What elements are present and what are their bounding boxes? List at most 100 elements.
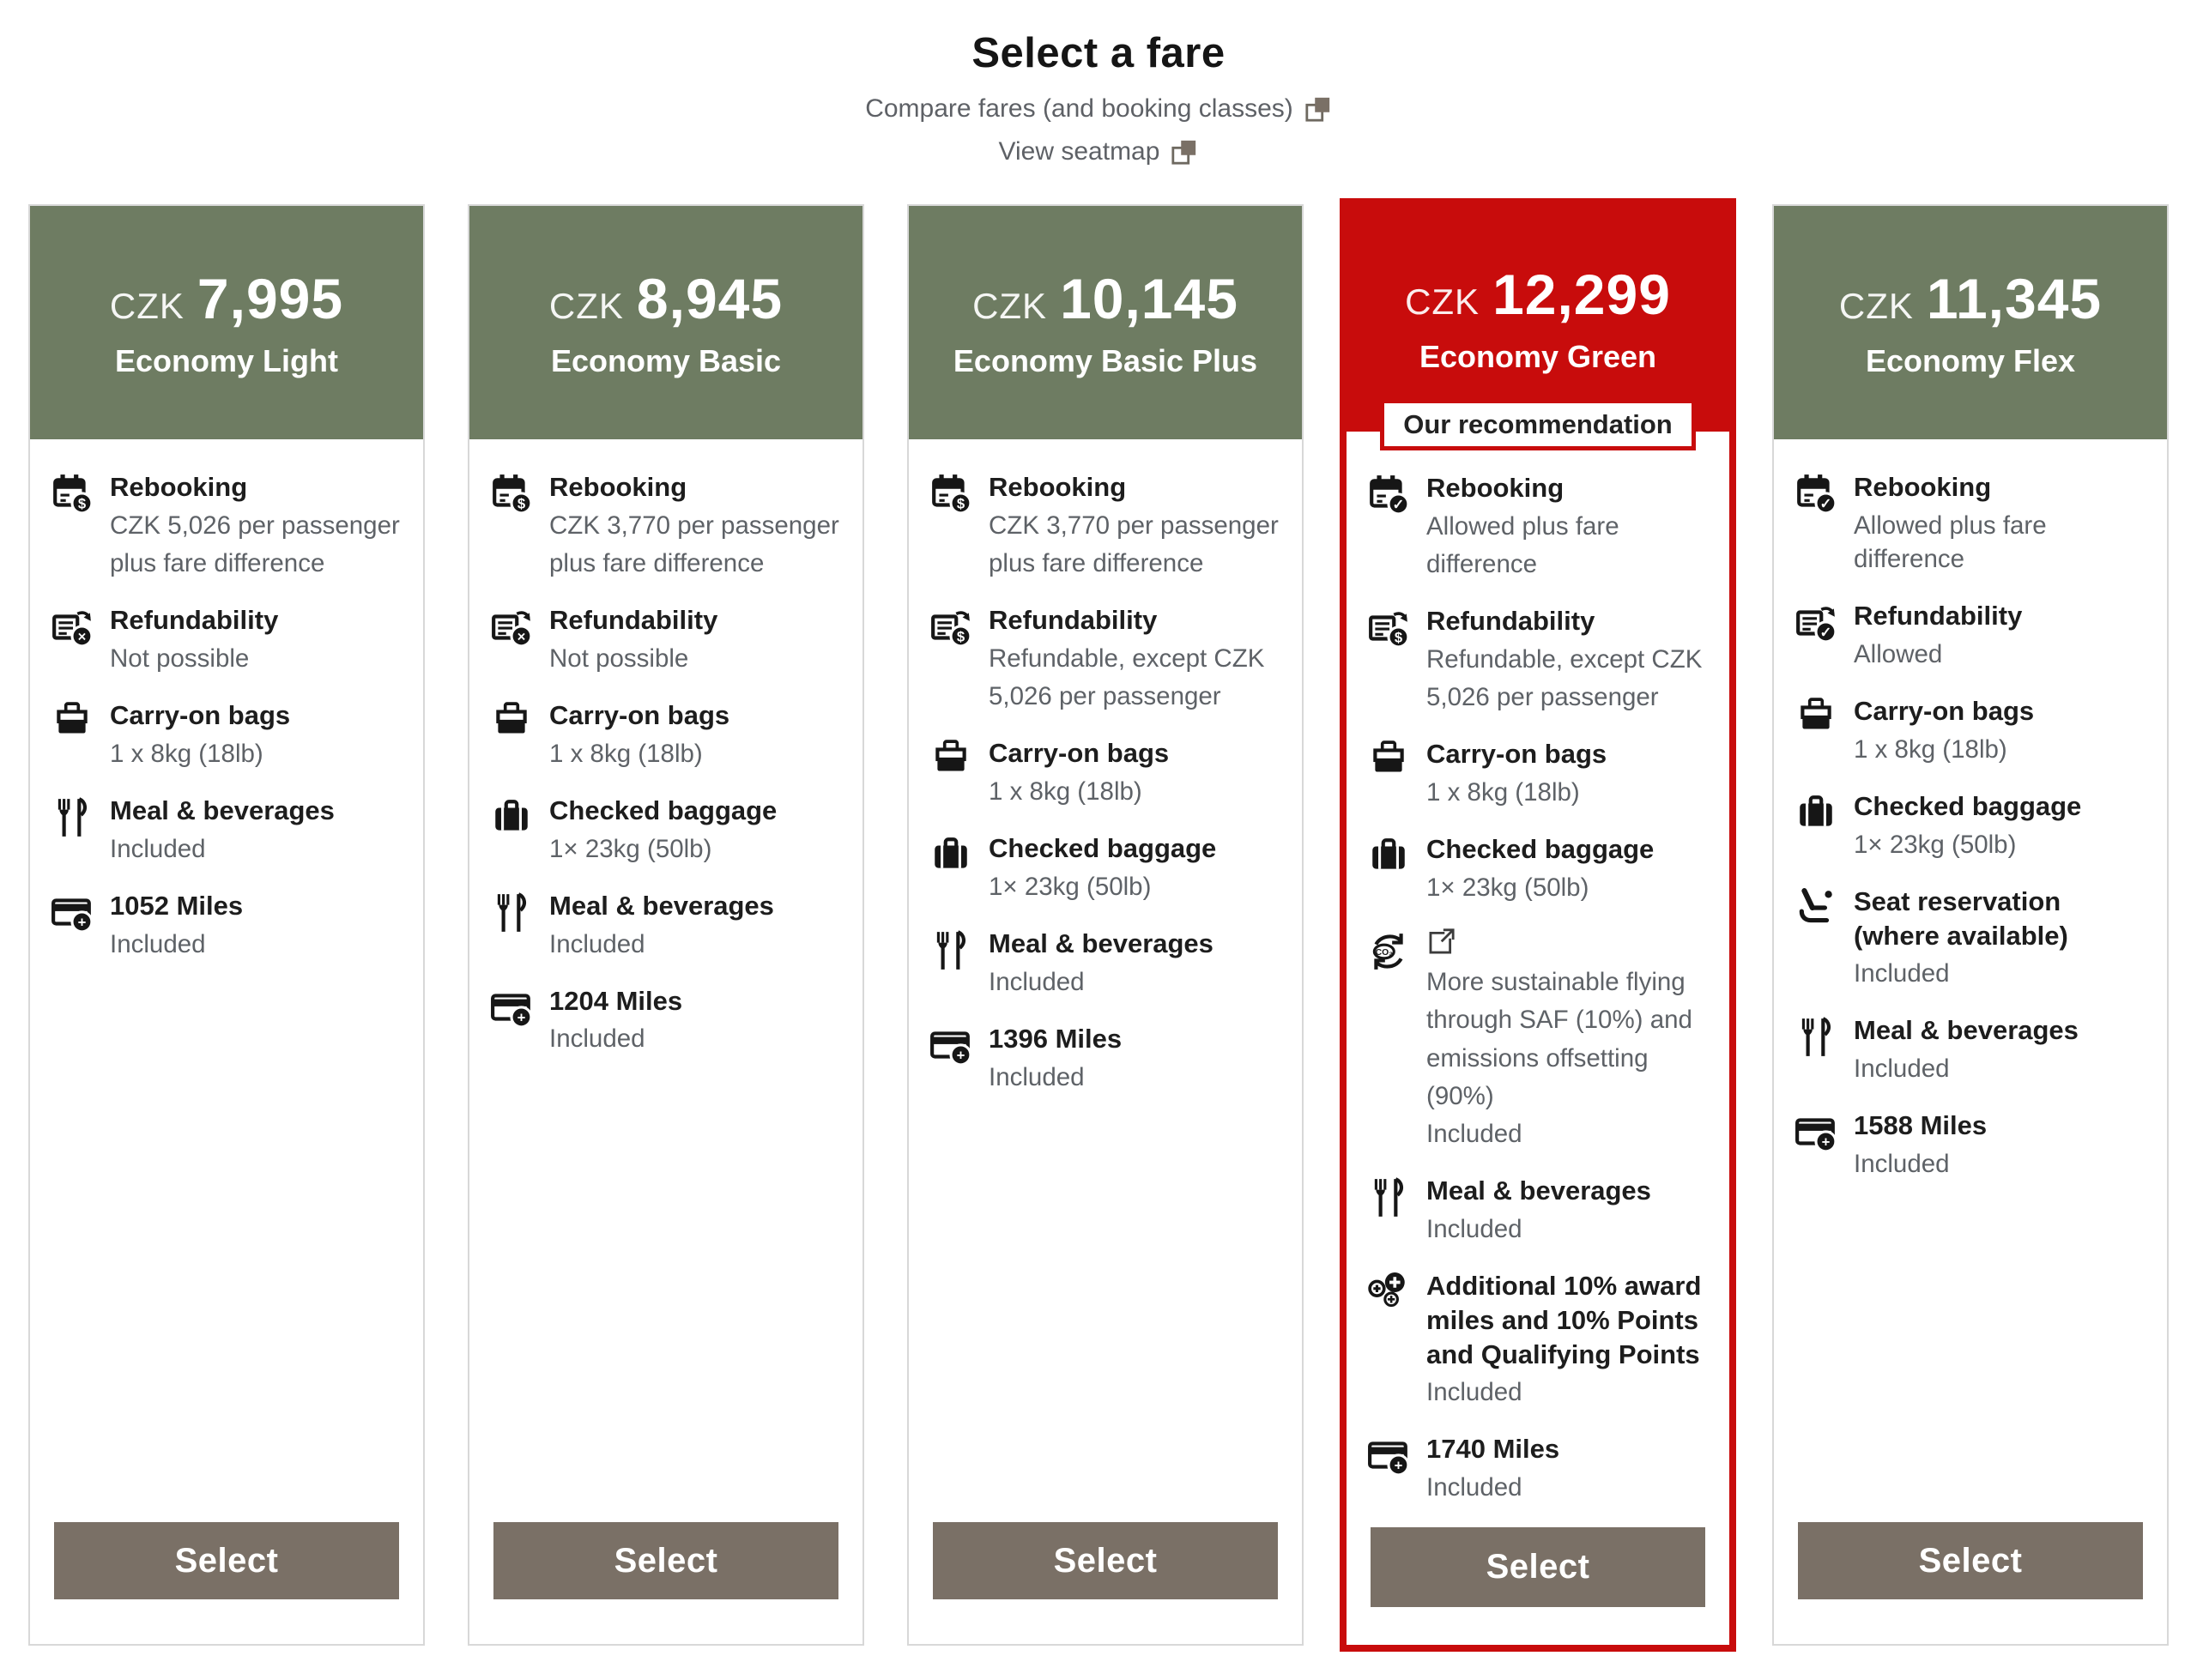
price-amount: 10,145 — [1060, 266, 1238, 331]
page-title: Select a fare — [0, 29, 2197, 77]
feature-detail: More sustainable flying — [1426, 965, 1707, 999]
feature-detail: Included — [1426, 1212, 1707, 1246]
feature-detail: Not possible — [110, 642, 401, 675]
feature-checked-baggage: Checked baggage1× 23kg (50lb) — [1364, 832, 1707, 904]
carryon-bag-icon — [47, 698, 97, 771]
svg-text:$: $ — [78, 496, 87, 512]
feature-detail: Included — [1854, 957, 2145, 990]
feature-detail: 1 x 8kg (18lb) — [1854, 733, 2145, 766]
feature-title: 1588 Miles — [1854, 1109, 2145, 1143]
feature-text: RefundabilityNot possible — [110, 603, 401, 675]
feature-text: Carry-on bags1 x 8kg (18lb) — [549, 698, 840, 771]
feature-detail: 1 x 8kg (18lb) — [110, 737, 401, 771]
svg-text:+: + — [78, 915, 87, 931]
feature-text: RebookingCZK 5,026 per passengerplus far… — [110, 470, 401, 580]
feature-title: Refundability — [549, 603, 840, 638]
feature-detail: Included — [1854, 1052, 2145, 1085]
feature-detail: Refundable, except CZK — [1426, 643, 1707, 676]
feature-carry-on-bags: Carry-on bags1 x 8kg (18lb) — [1364, 737, 1707, 809]
feature-title: Carry-on bags — [989, 736, 1280, 771]
price-amount: 11,345 — [1927, 266, 2102, 331]
feature-title: Refundability — [1854, 599, 2145, 633]
checked-baggage-icon — [926, 831, 976, 903]
select-button-economy-basic[interactable]: Select — [493, 1522, 838, 1599]
feature-text: RebookingAllowed plus fare difference — [1854, 470, 2145, 576]
currency-code: CZK — [549, 286, 624, 327]
currency-code: CZK — [972, 286, 1047, 327]
feature-checked-baggage: Checked baggage1× 23kg (50lb) — [1791, 789, 2145, 861]
fare-card-header: CZK12,299Economy Green — [1347, 205, 1729, 432]
fare-name: Economy Light — [115, 343, 338, 379]
feature-carry-on-bags: Carry-on bags1 x 8kg (18lb) — [487, 698, 840, 771]
select-button-economy-light[interactable]: Select — [54, 1522, 399, 1599]
fare-features-list: $ RebookingCZK 3,770 per passengerplus fa… — [469, 439, 862, 1079]
feature-text: Meal & beveragesIncluded — [549, 889, 840, 961]
feature-title: Rebooking — [989, 470, 1280, 505]
feature-text: Carry-on bags 1 x 8kg (18lb) — [110, 698, 401, 771]
receipt-dollar-icon: $ — [1364, 604, 1413, 714]
fare-name: Economy Basic — [551, 343, 781, 379]
fare-card-header: CZK11,345Economy Flex — [1774, 206, 2167, 439]
feature-detail: CZK 3,770 per passenger — [989, 509, 1280, 542]
feature-title: 1396 Miles — [989, 1022, 1280, 1056]
feature-1588-miles: +1588 Miles Included — [1791, 1109, 2145, 1181]
compare-fares-link[interactable]: Compare fares (and booking classes) — [0, 94, 2197, 124]
view-seatmap-link[interactable]: View seatmap — [0, 137, 2197, 166]
seat-icon — [1791, 885, 1841, 991]
feature-title: Carry-on bags — [1854, 694, 2145, 728]
fare-features-list: ✓RebookingAllowed plus fare difference✓R… — [1774, 439, 2167, 1204]
feature-text: 1052 MilesIncluded — [110, 889, 401, 961]
meal-icon — [487, 889, 536, 961]
feature-detail: Included — [110, 832, 401, 866]
fare-features-list: $ RebookingCZK 5,026 per passengerplus fa… — [30, 439, 423, 984]
feature-1396-miles: +1396 Miles Included — [926, 1022, 1280, 1094]
fare-price: CZK11,345 — [1839, 266, 2102, 331]
feature-title: Rebooking — [1426, 471, 1707, 505]
feature-text: RebookingCZK 3,770 per passengerplus far… — [549, 470, 840, 580]
feature-1204-miles: +1204 MilesIncluded — [487, 984, 840, 1056]
feature-text: Meal & beveragesIncluded — [1426, 1174, 1707, 1246]
svg-text:+: + — [517, 1009, 526, 1025]
feature-rebooking: $ RebookingCZK 5,026 per passengerplus fa… — [47, 470, 401, 580]
svg-text:✓: ✓ — [1392, 497, 1404, 513]
miles-card-icon: + — [1791, 1109, 1841, 1181]
feature-text: Checked baggage1× 23kg (50lb) — [989, 831, 1280, 903]
feature-title: Meal & beverages — [1854, 1013, 2145, 1048]
fare-card-economy-light: CZK7,995Economy Light$RebookingCZK 5,026… — [28, 204, 425, 1646]
feature-text: RefundabilityNot possible — [549, 603, 840, 675]
compare-fares-label: Compare fares (and booking classes) — [865, 94, 1293, 124]
feature-detail: Included — [549, 1022, 840, 1055]
calendar-dollar-icon: $ — [926, 470, 976, 580]
feature-detail: 1 x 8kg (18lb) — [1426, 776, 1707, 809]
fare-price: CZK12,299 — [1405, 262, 1671, 327]
feature-detail: 1 x 8kg (18lb) — [549, 737, 840, 771]
select-button-economy-flex[interactable]: Select — [1798, 1522, 2143, 1599]
feature-checked-baggage: Checked baggage1× 23kg (50lb) — [926, 831, 1280, 903]
svg-text:+: + — [957, 1048, 965, 1064]
feature-detail: 1× 23kg (50lb) — [1854, 828, 2145, 861]
fare-card-economy-basic: CZK8,945Economy Basic$RebookingCZK 3,770… — [468, 204, 864, 1646]
svg-text:$: $ — [1395, 630, 1403, 646]
select-button-economy-basic-plus[interactable]: Select — [933, 1522, 1278, 1599]
feature-rebooking: $ RebookingCZK 3,770 per passengerplus fa… — [487, 470, 840, 580]
award-plus-icon — [1364, 1269, 1413, 1409]
svg-text:×: × — [78, 629, 87, 645]
recommendation-badge: Our recommendation — [1380, 399, 1696, 450]
external-link-icon[interactable] — [1426, 928, 1707, 961]
currency-code: CZK — [1405, 281, 1480, 323]
external-window-icon — [1171, 138, 1198, 166]
feature-text: Meal & beveragesIncluded — [110, 794, 401, 866]
feature-detail: Included — [989, 1061, 1280, 1094]
fare-features-list: $RebookingCZK 3,770 per passengerplus fa… — [909, 439, 1302, 1117]
feature-detail: Included — [1426, 1375, 1707, 1409]
calendar-check-icon: ✓ — [1364, 471, 1413, 581]
feature-detail: 1× 23kg (50lb) — [989, 870, 1280, 903]
feature-title: Additional 10% award miles and 10% Point… — [1426, 1269, 1707, 1371]
feature-title: Carry-on bags — [110, 698, 401, 733]
feature-text: More sustainable flyingthrough SAF (10%)… — [1426, 928, 1707, 1151]
svg-text:$: $ — [957, 496, 965, 512]
feature-detail: Included — [1854, 1147, 2145, 1181]
receipt-dollar-icon: $ — [926, 603, 976, 713]
select-button-economy-green[interactable]: Select — [1371, 1527, 1705, 1607]
svg-text:$: $ — [517, 496, 526, 512]
